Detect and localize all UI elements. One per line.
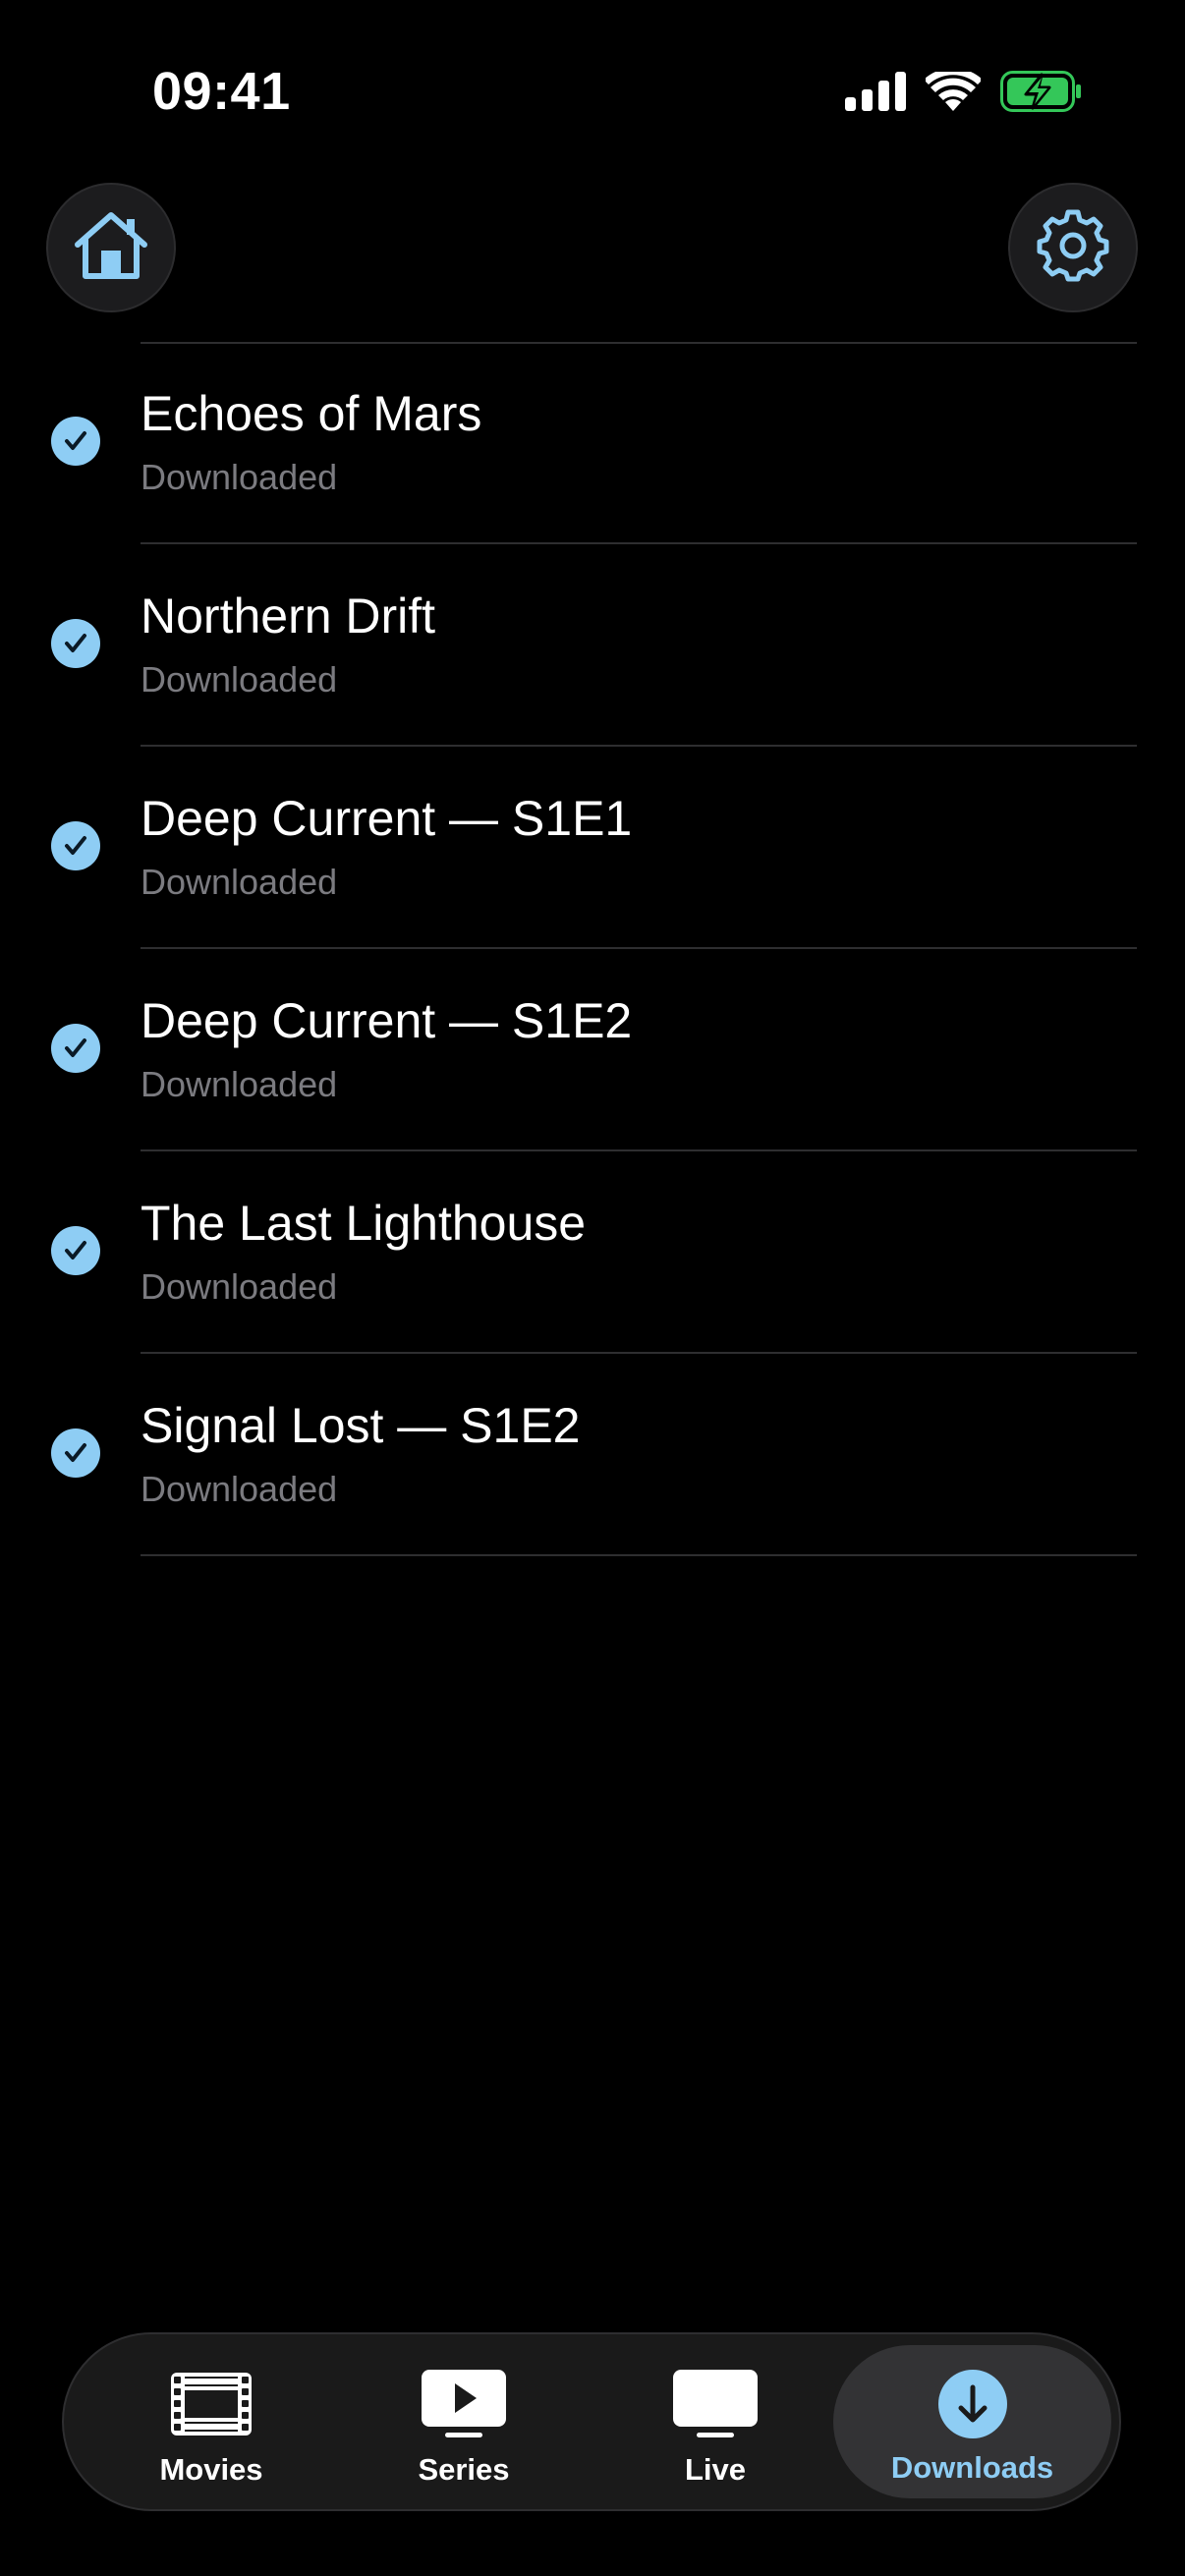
tab-movies[interactable]: Movies [133,2334,290,2509]
gear-icon [1036,208,1110,288]
download-icon [937,2368,1007,2440]
checkmark-icon [51,417,100,466]
checkmark-icon [51,619,100,668]
item-status: Downloaded [141,659,338,700]
tab-series[interactable]: Series [385,2334,542,2509]
home-button[interactable] [46,183,176,312]
downloads-list: Echoes of Mars Downloaded Northern Drift… [0,342,1185,1556]
house-icon [72,209,150,287]
checkmark-icon [51,821,100,870]
list-item[interactable]: Echoes of Mars Downloaded [0,342,1185,544]
status-time: 09:41 [152,62,291,121]
item-title: Echoes of Mars [141,386,482,441]
tab-label: Movies [159,2452,263,2487]
tab-downloads[interactable]: Downloads [833,2345,1111,2498]
divider [141,1554,1137,1556]
tab-bar: Movies Series Live Downloads [62,2332,1121,2511]
checkmark-icon [51,1024,100,1073]
tab-live[interactable]: Live [637,2334,794,2509]
item-title: Deep Current — S1E1 [141,791,633,846]
item-status: Downloaded [141,1266,338,1307]
play-icon [422,2368,506,2440]
tab-label: Downloads [890,2450,1054,2485]
checkmark-icon [51,1428,100,1478]
item-title: Deep Current — S1E2 [141,993,633,1048]
cellular-signal-icon [845,72,906,116]
list-item[interactable]: Deep Current — S1E2 Downloaded [0,949,1185,1151]
tab-label: Live [684,2452,747,2487]
list-item[interactable]: Signal Lost — S1E2 Downloaded [0,1354,1185,1556]
wifi-icon [924,68,983,116]
list-item[interactable]: Northern Drift Downloaded [0,544,1185,747]
list-item[interactable]: Deep Current — S1E1 Downloaded [0,747,1185,949]
item-status: Downloaded [141,1469,338,1509]
list-item[interactable]: The Last Lighthouse Downloaded [0,1151,1185,1354]
item-title: The Last Lighthouse [141,1196,587,1251]
status-icons [845,68,1083,117]
status-bar: 09:41 [0,0,1185,187]
item-title: Northern Drift [141,588,436,644]
item-status: Downloaded [141,457,338,497]
battery-charging-icon [1000,71,1083,117]
item-title: Signal Lost — S1E2 [141,1398,581,1453]
item-status: Downloaded [141,862,338,902]
checkmark-icon [51,1226,100,1275]
tv-icon [673,2368,758,2440]
tab-label: Series [418,2452,510,2487]
settings-button[interactable] [1008,183,1138,312]
item-status: Downloaded [141,1064,338,1104]
film-icon [171,2368,252,2440]
